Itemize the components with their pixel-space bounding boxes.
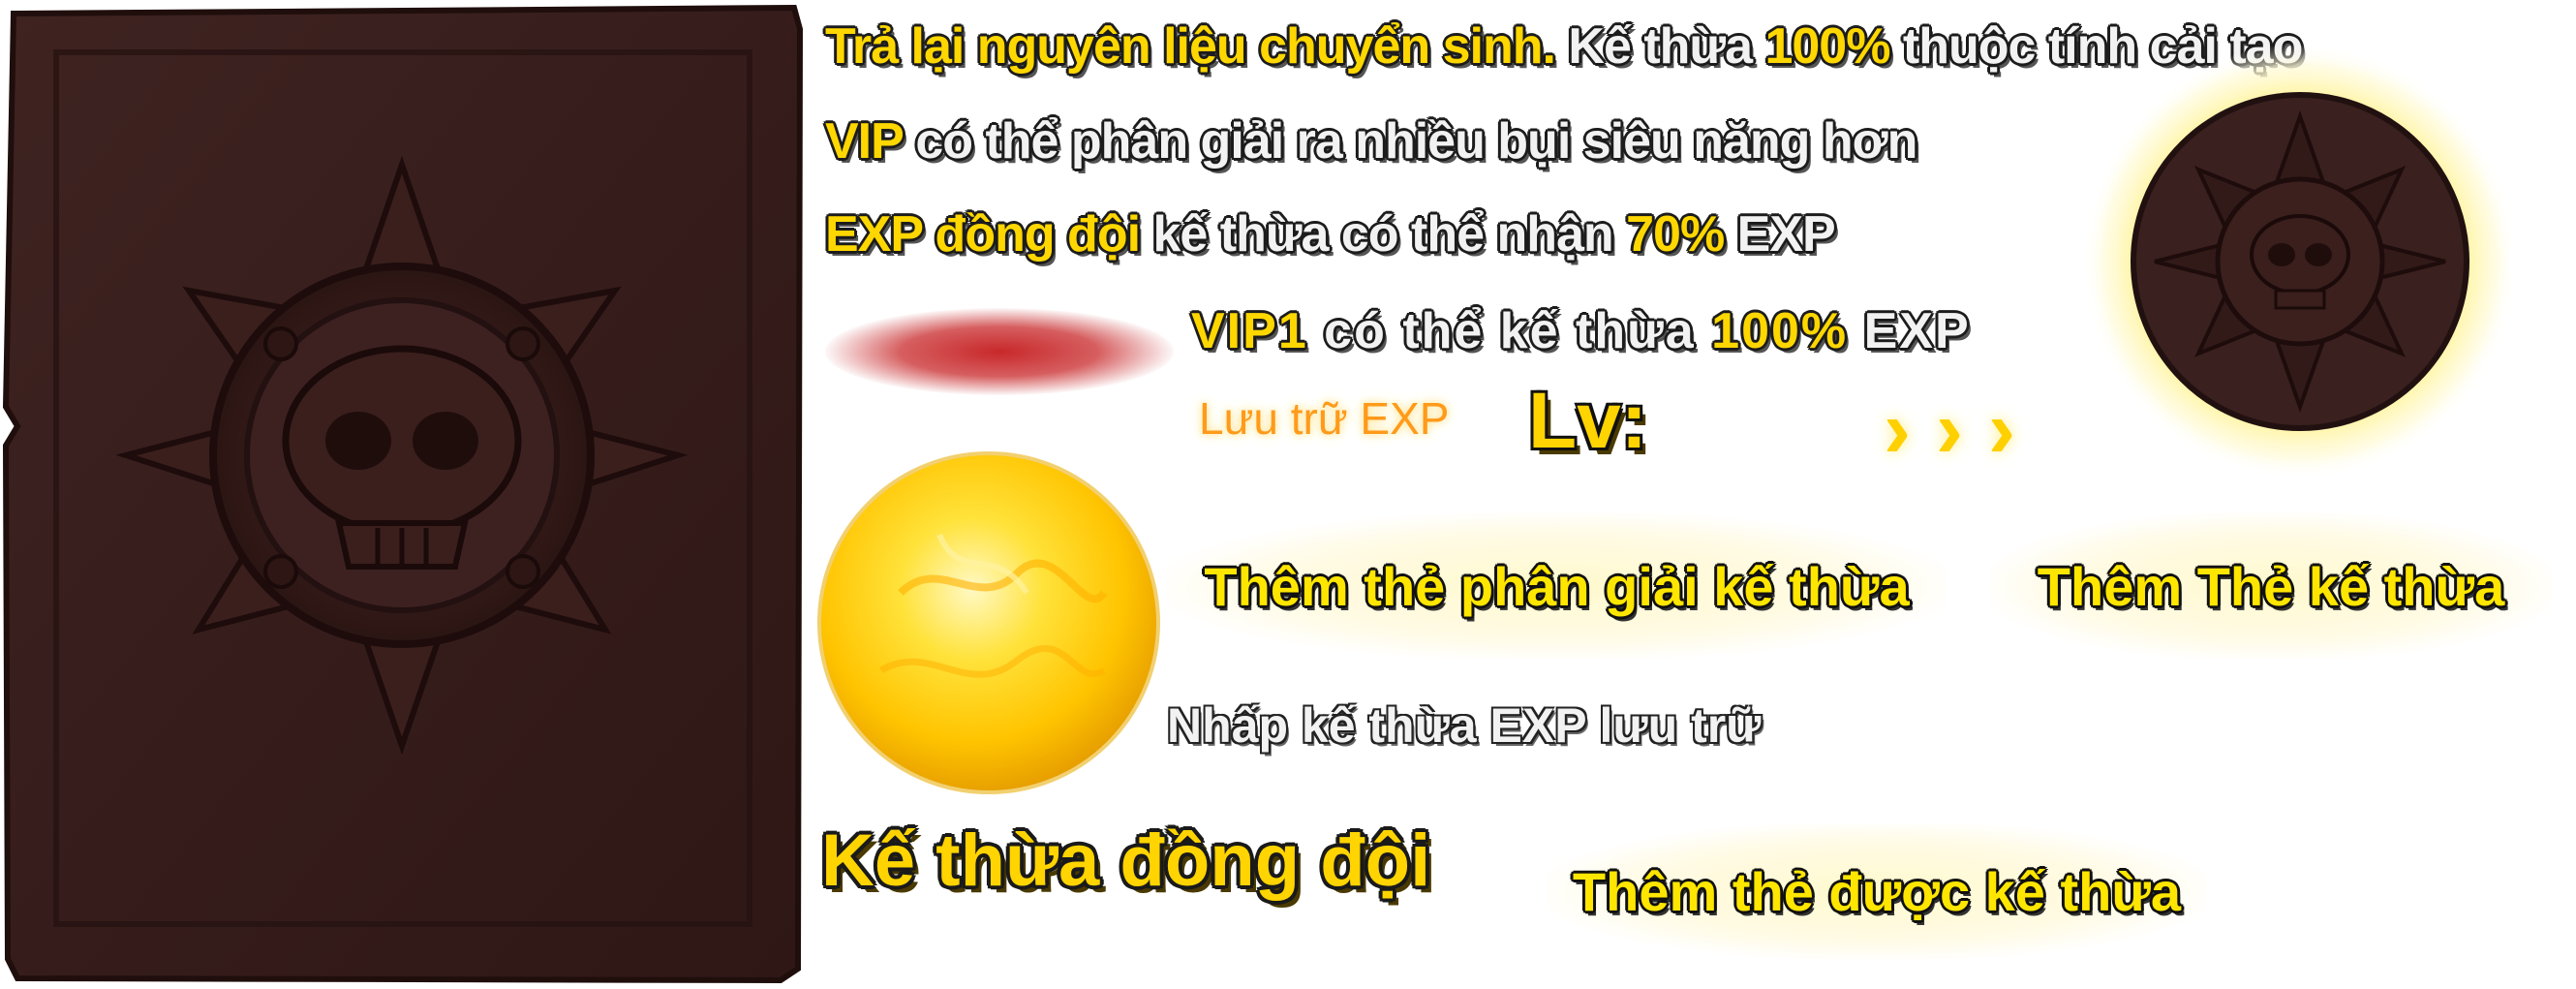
info-line-vip1-d: EXP xyxy=(1848,303,1971,359)
info-line-vip-a: VIP xyxy=(825,113,904,170)
info-line-exp-c: 70% xyxy=(1626,206,1725,263)
info-line-vip1-b: có thể kế thừa xyxy=(1307,303,1712,359)
level-arrows-icon: ››› xyxy=(1884,384,2040,475)
info-line-vip: VIP có thể phân giải ra nhiều bụi siêu n… xyxy=(825,112,1917,170)
info-line-exp: EXP đồng đội kế thừa có thể nhận 70% EXP xyxy=(825,205,1836,263)
info-line-exp-d: EXP xyxy=(1724,206,1836,263)
info-line-reborn-b: Kế thừa xyxy=(1554,18,1765,75)
info-line-reborn-a: Trả lại nguyên liệu chuyển sinh. xyxy=(825,18,1556,75)
add-inherit-card-label: Thêm Thẻ kế thừa xyxy=(2037,555,2505,617)
add-decompose-card-button[interactable]: Thêm thẻ phân giải kế thừa xyxy=(1167,513,1947,659)
page-title: Kế thừa đồng đội xyxy=(821,819,1431,902)
add-inherit-card-button[interactable]: Thêm Thẻ kế thừa xyxy=(1990,513,2552,659)
add-decompose-card-label: Thêm thẻ phân giải kế thừa xyxy=(1204,555,1910,617)
level-label: Lv: xyxy=(1528,377,1647,465)
info-line-vip1-c: 100% xyxy=(1711,303,1849,359)
card-slot-panel[interactable] xyxy=(0,0,804,984)
exp-orb[interactable] xyxy=(813,448,1164,798)
info-line-vip-b: có thể phân giải ra nhiều bụi siêu năng … xyxy=(902,113,1917,170)
exp-bar-glow xyxy=(825,308,1174,395)
info-line-reborn-c: 100% xyxy=(1764,18,1890,75)
add-inherited-card-button[interactable]: Thêm thẻ được kế thừa xyxy=(1548,823,2206,959)
coin-slot[interactable] xyxy=(2082,44,2518,479)
info-line-reborn: Trả lại nguyên liệu chuyển sinh. Kế thừa… xyxy=(825,17,2303,76)
add-inherited-card-label: Thêm thẻ được kế thừa xyxy=(1572,860,2182,922)
info-line-exp-b: kế thừa có thể nhận xyxy=(1140,206,1627,263)
exp-orb-icon xyxy=(817,451,1160,794)
skull-coin-icon xyxy=(2082,44,2518,479)
info-line-vip1: VIP1 có thể kế thừa 100% EXP xyxy=(1191,302,1971,360)
info-line-exp-a: EXP đồng đội xyxy=(825,206,1141,263)
info-line-vip1-a: VIP1 xyxy=(1191,303,1308,359)
click-inherit-exp-hint[interactable]: Nhấp kế thừa EXP lưu trữ xyxy=(1167,697,1761,754)
exp-store-label: Lưu trữ EXP xyxy=(1199,393,1450,444)
skull-compass-icon xyxy=(2,4,804,984)
